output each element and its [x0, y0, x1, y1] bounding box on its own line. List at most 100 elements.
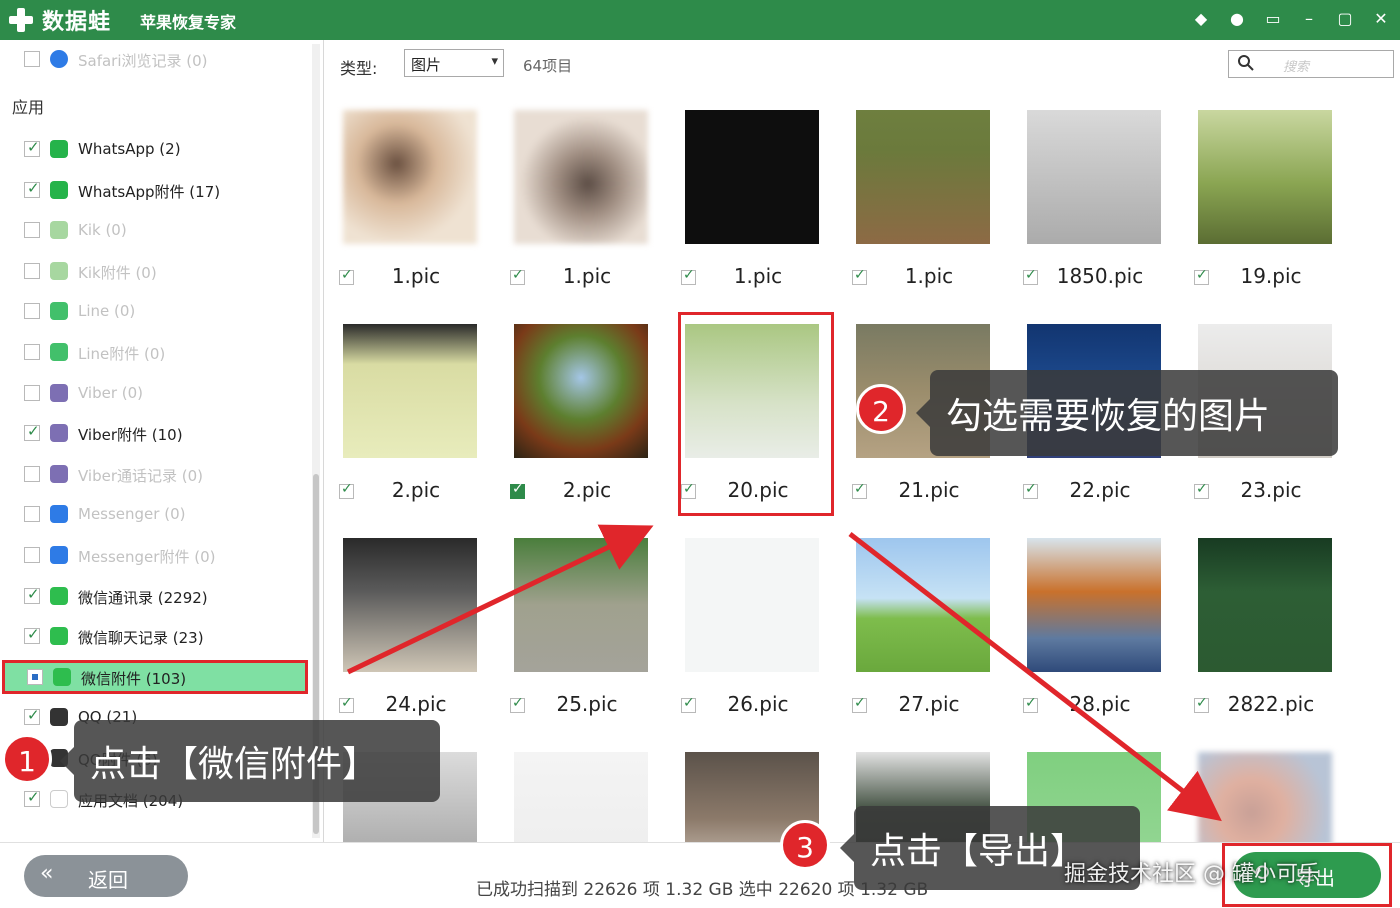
tile-checkbox[interactable]: [1194, 481, 1209, 499]
tile-checkbox[interactable]: [339, 267, 354, 285]
tile-checkbox[interactable]: [339, 481, 354, 499]
sidebar-item[interactable]: WhatsApp附件 (17): [0, 173, 312, 207]
checkbox[interactable]: [24, 222, 40, 239]
sidebar-item[interactable]: Viber附件 (10): [0, 416, 312, 450]
checkbox[interactable]: [24, 422, 40, 442]
checkbox[interactable]: [24, 384, 40, 401]
sidebar-item[interactable]: 微信通讯录 (2292): [0, 579, 312, 613]
tile-checkbox[interactable]: [681, 267, 696, 285]
image-tile[interactable]: 26.pic: [668, 518, 828, 728]
image-tile[interactable]: 20.pic: [668, 304, 834, 516]
back-button[interactable]: « 返回: [24, 855, 188, 897]
window-controls: ◆ ● ▭ – ▢ ✕: [1190, 7, 1392, 29]
image-thumbnail[interactable]: [343, 538, 477, 672]
sidebar-item[interactable]: Line附件 (0): [0, 335, 312, 369]
checkbox[interactable]: [24, 506, 40, 523]
image-thumbnail[interactable]: [1198, 110, 1332, 244]
image-thumbnail[interactable]: [343, 110, 477, 244]
monitor-icon[interactable]: ▭: [1262, 7, 1284, 29]
sidebar-item[interactable]: 微信聊天记录 (23): [0, 619, 312, 653]
image-tile[interactable]: 24.pic: [326, 518, 486, 728]
sidebar-item[interactable]: WhatsApp (2): [0, 132, 312, 166]
image-tile[interactable]: [1181, 732, 1341, 842]
image-tile[interactable]: 1850.pic: [1010, 90, 1170, 300]
sidebar-item[interactable]: Kik附件 (0): [0, 254, 312, 288]
sidebar-item-safari[interactable]: Safari浏览记录 (0): [0, 42, 312, 76]
tile-checkbox[interactable]: [339, 695, 354, 713]
tile-checkbox[interactable]: [681, 481, 696, 499]
image-tile[interactable]: 2.pic: [326, 304, 486, 514]
checkbox[interactable]: [24, 179, 40, 198]
sidebar-item[interactable]: Viber (0): [0, 376, 312, 410]
image-thumbnail[interactable]: [514, 324, 648, 458]
search-input[interactable]: 搜索: [1228, 50, 1394, 78]
app-icon: [50, 180, 68, 199]
minimize-icon[interactable]: –: [1298, 7, 1320, 29]
image-thumbnail[interactable]: [514, 752, 648, 842]
image-tile[interactable]: 1.pic: [497, 90, 657, 300]
sidebar-item[interactable]: Messenger (0): [0, 497, 312, 531]
checkbox[interactable]: [24, 138, 40, 157]
annotation-step3-text: 点击【导出】: [870, 831, 1087, 872]
image-tile[interactable]: [497, 732, 657, 842]
image-tile[interactable]: 25.pic: [497, 518, 657, 728]
image-thumbnail[interactable]: [1027, 538, 1161, 672]
image-thumbnail[interactable]: [343, 324, 477, 458]
checkbox[interactable]: [24, 51, 40, 67]
image-thumbnail[interactable]: [514, 538, 648, 672]
checkbox[interactable]: [27, 668, 43, 685]
sidebar-item[interactable]: Line (0): [0, 294, 312, 328]
sidebar-item[interactable]: Messenger附件 (0): [0, 538, 312, 572]
tile-checkbox[interactable]: [510, 481, 525, 499]
image-tile[interactable]: 27.pic: [839, 518, 999, 728]
sidebar-item[interactable]: 微信附件 (103): [2, 659, 308, 694]
image-tile[interactable]: 1.pic: [839, 90, 999, 300]
image-tile[interactable]: 2.pic: [497, 304, 657, 514]
maximize-icon[interactable]: ▢: [1334, 7, 1356, 29]
image-thumbnail[interactable]: [514, 110, 648, 244]
sidebar-item-label: Kik (0): [78, 221, 127, 240]
image-thumbnail[interactable]: [1198, 752, 1332, 842]
image-thumbnail[interactable]: [685, 538, 819, 672]
image-tile[interactable]: 2822.pic: [1181, 518, 1341, 728]
tile-checkbox[interactable]: [510, 267, 525, 285]
image-thumbnail[interactable]: [856, 110, 990, 244]
annotation-step2-text: 勾选需要恢复的图片: [946, 396, 1271, 437]
image-tile[interactable]: 1.pic: [326, 90, 486, 300]
tile-checkbox[interactable]: [1194, 695, 1209, 713]
checkbox[interactable]: [24, 706, 40, 726]
close-icon[interactable]: ✕: [1370, 7, 1392, 29]
tile-checkbox[interactable]: [1023, 481, 1038, 499]
tile-checkbox[interactable]: [681, 695, 696, 713]
image-thumbnail[interactable]: [1027, 110, 1161, 244]
image-tile[interactable]: 1.pic: [668, 90, 828, 300]
chat-bubble-icon[interactable]: ●: [1226, 7, 1248, 29]
tile-checkbox[interactable]: [1023, 695, 1038, 713]
checkbox[interactable]: [24, 585, 40, 604]
sidebar-item[interactable]: Kik (0): [0, 213, 312, 247]
diamond-icon[interactable]: ◆: [1190, 7, 1212, 29]
image-thumbnail[interactable]: [685, 324, 819, 458]
sidebar-item[interactable]: Viber通话记录 (0): [0, 457, 312, 491]
checkbox[interactable]: [24, 625, 40, 645]
tile-checkbox[interactable]: [1023, 267, 1038, 285]
checkbox[interactable]: [24, 344, 40, 360]
image-tile[interactable]: 28.pic: [1010, 518, 1170, 728]
checkbox[interactable]: [24, 262, 40, 279]
tile-checkbox[interactable]: [510, 695, 525, 713]
tile-checkbox[interactable]: [852, 267, 867, 285]
tile-checkbox[interactable]: [1194, 267, 1209, 285]
image-thumbnail[interactable]: [856, 538, 990, 672]
app-icon: [50, 789, 68, 808]
sidebar-scrollbar[interactable]: [312, 44, 320, 838]
type-select[interactable]: 图片: [404, 49, 504, 77]
image-thumbnail[interactable]: [1198, 538, 1332, 672]
checkbox[interactable]: [24, 303, 40, 320]
checkbox[interactable]: [24, 788, 40, 807]
tile-checkbox[interactable]: [852, 481, 867, 499]
image-tile[interactable]: 19.pic: [1181, 90, 1341, 300]
tile-checkbox[interactable]: [852, 695, 867, 713]
checkbox[interactable]: [24, 465, 40, 482]
image-thumbnail[interactable]: [685, 110, 819, 244]
checkbox[interactable]: [24, 547, 40, 563]
